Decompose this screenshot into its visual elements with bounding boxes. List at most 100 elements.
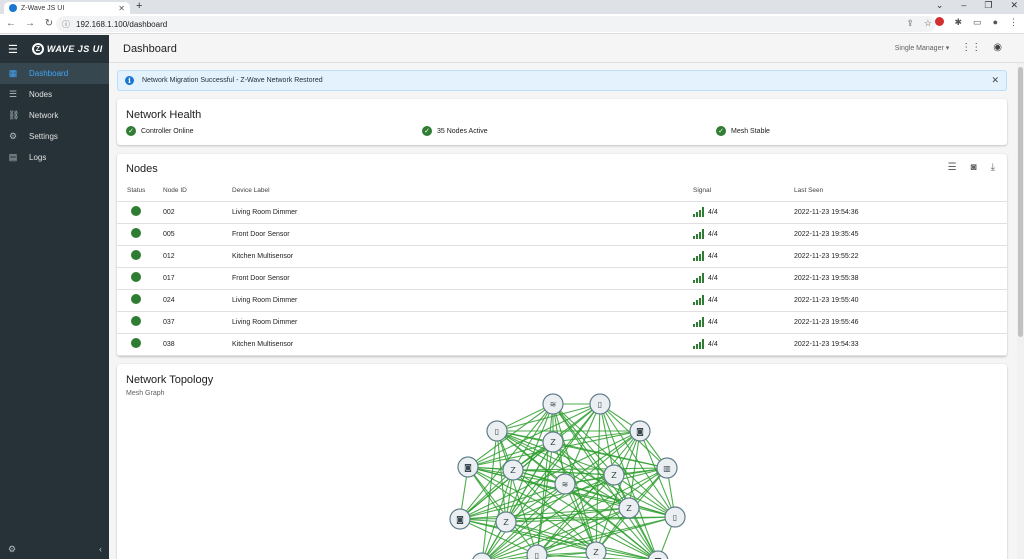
apps-grid-icon[interactable]: ⋮⋮	[961, 42, 981, 53]
reload-icon[interactable]: ↻	[41, 18, 57, 29]
network-topology-card: Network Topology Mesh Graph ≋ ▯ ▯ ◙ Z ◙ Z Z ▥ Z ◙ Z…	[117, 364, 1007, 559]
gear-icon[interactable]: ⚙	[8, 544, 16, 555]
account-icon[interactable]: ◉	[993, 42, 1002, 53]
sidebar-item-logs[interactable]: ▤ Logs	[0, 147, 109, 168]
back-arrow-icon[interactable]: ←	[3, 18, 19, 29]
success-alert: i Network Migration Successful - Z-Wave …	[117, 70, 1007, 91]
nodes-title: Nodes	[126, 163, 158, 175]
mesh-node[interactable]: Z	[542, 431, 564, 453]
scrollbar-thumb[interactable]	[1018, 67, 1023, 337]
mesh-node[interactable]: ◙	[629, 420, 651, 442]
chevron-down-icon[interactable]: ⌄	[936, 0, 944, 11]
info-icon[interactable]: ⓘ	[62, 19, 70, 30]
collapse-chevron-icon[interactable]: ‹	[99, 544, 102, 555]
mesh-node[interactable]: ◙	[647, 550, 669, 559]
info-icon: i	[125, 76, 134, 85]
signal-cell: 4/4	[693, 223, 794, 246]
close-window-icon[interactable]: ✕	[1010, 0, 1018, 11]
mesh-node[interactable]: ≋	[542, 393, 564, 415]
status-online-icon	[131, 206, 141, 216]
signal-value: 4/4	[708, 252, 718, 260]
signal-value: 4/4	[708, 230, 718, 238]
kebab-menu-icon[interactable]: ⋮	[1009, 17, 1018, 28]
mesh-node[interactable]: ▯	[664, 506, 686, 528]
column-header-device-label[interactable]: Device Label	[232, 180, 693, 202]
mesh-graph[interactable]: ≋▯▯◙Z◙ZZ▥Z◙Z▯◙▯Z◙≋	[117, 364, 1007, 559]
new-tab-button[interactable]: +	[136, 0, 142, 12]
mesh-node[interactable]: Z	[502, 459, 524, 481]
mesh-node[interactable]: Z	[495, 511, 517, 533]
hamburger-menu-icon[interactable]: ☰	[8, 43, 18, 56]
signal-bars-icon	[693, 273, 704, 283]
zwave-logo: Z WAVE JS UI	[31, 43, 103, 55]
profile-icon[interactable]: ●	[993, 17, 998, 28]
signal-value: 4/4	[708, 274, 718, 282]
device-icon: ▯	[495, 427, 499, 436]
node-id-cell: 005	[163, 223, 232, 246]
device-icon: Z	[550, 438, 556, 447]
table-row[interactable]: 024 Living Room Dimmer 4/4 2022-11-23 19:55…	[117, 289, 1007, 312]
main-content: i Network Migration Successful - Z-Wave …	[109, 63, 1024, 559]
document-icon: ▤	[8, 152, 18, 162]
device-icon: ▯	[535, 551, 539, 559]
table-row[interactable]: 037 Living Room Dimmer 4/4 2022-11-23 19:55…	[117, 311, 1007, 334]
manager-menu[interactable]: Single Manager ▾	[895, 44, 950, 52]
sidepanel-icon[interactable]: ▭	[973, 17, 982, 28]
browser-toolbar: ← → ↻ ⓘ 192.168.1.100/dashboard ⇪ ☆ ✱ ▭ …	[0, 14, 1024, 34]
sidebar-item-label: Nodes	[29, 90, 53, 99]
device-label-cell: Living Room Dimmer	[232, 289, 693, 312]
bookmark-star-icon[interactable]: ☆	[924, 18, 932, 29]
column-header-signal[interactable]: Signal	[693, 180, 794, 202]
mesh-node[interactable]: Z	[585, 541, 607, 559]
column-header-node-id[interactable]: Node ID	[163, 180, 232, 202]
check-circle-icon: ✓	[126, 126, 136, 136]
mesh-node[interactable]: ▯	[526, 544, 548, 559]
address-bar[interactable]: ⓘ 192.168.1.100/dashboard ⇪ ☆	[56, 16, 936, 32]
sidebar-item-settings[interactable]: ⚙ Settings	[0, 126, 109, 147]
alert-message: Network Migration Successful - Z-Wave Ne…	[142, 77, 323, 84]
signal-cell: 4/4	[693, 311, 794, 334]
camera-icon[interactable]: ◙	[971, 162, 977, 173]
device-icon: ▯	[673, 513, 677, 522]
node-id-cell: 002	[163, 201, 232, 224]
signal-bars-icon	[693, 207, 704, 217]
health-stat-nodes: ✓ 35 Nodes Active	[422, 126, 488, 136]
mesh-node[interactable]: ≋	[554, 473, 576, 495]
mesh-node[interactable]: ▯	[589, 393, 611, 415]
column-header-last-seen[interactable]: Last Seen	[794, 180, 1007, 202]
table-row[interactable]: 038 Kitchen Multisensor 4/4 2022-11-23 19:5…	[117, 333, 1007, 356]
node-id-cell: 037	[163, 311, 232, 334]
sidebar-item-network[interactable]: ⛓ Network	[0, 105, 109, 126]
minimize-icon[interactable]: –	[961, 0, 966, 11]
sidebar-item-nodes[interactable]: ☰ Nodes	[0, 84, 109, 105]
mesh-node[interactable]: ▥	[656, 457, 678, 479]
extension-red-icon[interactable]	[934, 17, 944, 26]
mesh-node[interactable]: Z	[603, 464, 625, 486]
mesh-node[interactable]: ▯	[486, 420, 508, 442]
close-icon[interactable]: ✕	[991, 75, 999, 86]
mesh-node[interactable]: ◙	[457, 456, 479, 478]
sidebar-item-dashboard[interactable]: ▦ Dashboard	[0, 63, 109, 84]
browser-tab[interactable]: Z-Wave JS UI ✕	[4, 2, 130, 14]
device-icon: ◙	[636, 427, 644, 436]
mesh-node[interactable]: Z	[618, 497, 640, 519]
restore-icon[interactable]: ❐	[984, 0, 992, 11]
gear-icon: ⚙	[8, 131, 18, 141]
device-icon: ≋	[550, 400, 557, 409]
content-scrollbar[interactable]	[1017, 63, 1024, 559]
download-icon[interactable]: ⤓	[991, 162, 995, 173]
last-seen-cell: 2022-11-23 19:54:36	[794, 201, 1007, 224]
table-row[interactable]: 012 Kitchen Multisensor 4/4 2022-11-23 19:5…	[117, 245, 1007, 268]
signal-cell: 4/4	[693, 245, 794, 268]
table-row[interactable]: 005 Front Door Sensor 4/4 2022-11-23 19:35:…	[117, 223, 1007, 246]
filter-icon[interactable]: ☰	[948, 162, 957, 173]
mesh-node[interactable]: ◙	[449, 508, 471, 530]
status-online-icon	[131, 272, 141, 282]
forward-arrow-icon[interactable]: →	[22, 18, 38, 29]
table-row[interactable]: 017 Front Door Sensor 4/4 2022-11-23 19:55:…	[117, 267, 1007, 290]
puzzle-icon[interactable]: ✱	[955, 17, 963, 28]
share-icon[interactable]: ⇪	[906, 18, 914, 29]
close-tab-icon[interactable]: ✕	[118, 4, 125, 13]
table-row[interactable]: 002 Living Room Dimmer 4/4 2022-11-23 19:54…	[117, 201, 1007, 224]
column-header-status[interactable]: Status	[117, 180, 163, 202]
